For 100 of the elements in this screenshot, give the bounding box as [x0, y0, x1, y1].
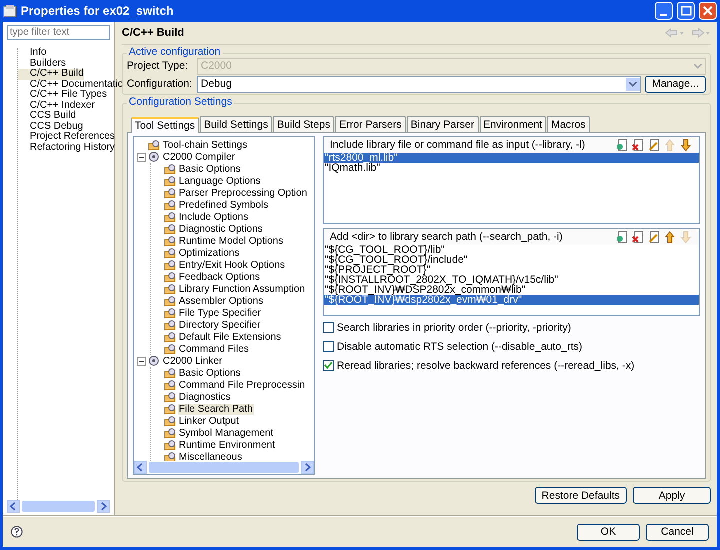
scrollbar-thumb[interactable]: [22, 501, 95, 512]
tree-item[interactable]: Diagnostic Options: [178, 224, 264, 234]
edit-icon[interactable]: [648, 230, 661, 244]
filter-field[interactable]: type filter text: [7, 25, 110, 40]
tree-item[interactable]: Library Function Assumption: [178, 284, 306, 294]
tree-item[interactable]: Predefined Symbols: [178, 200, 270, 210]
group-title: Configuration Settings: [127, 96, 234, 108]
sidebar-item[interactable]: C/C++ Build: [18, 69, 84, 80]
sidebar-item[interactable]: CCS Debug: [18, 122, 84, 132]
tree-item[interactable]: Include Options: [178, 212, 250, 222]
tab[interactable]: Tool Settings: [131, 117, 200, 133]
folder-icon: [164, 199, 176, 211]
list-item[interactable]: "${INSTALLROOT_2802X_TO_IQMATH}/v15c/lib": [324, 275, 699, 285]
sidebar-item[interactable]: C/C++ Indexer: [18, 100, 96, 111]
delete-icon[interactable]: [632, 230, 645, 244]
folder-icon: [164, 295, 176, 307]
list-item[interactable]: "${CG_TOOL_ROOT}/include": [324, 255, 699, 265]
folder-icon: [148, 139, 160, 151]
collapse-icon[interactable]: [137, 356, 146, 366]
folder-icon: [164, 307, 176, 319]
help-icon[interactable]: [11, 526, 23, 538]
sidebar-item[interactable]: Project References: [18, 132, 116, 142]
list-item[interactable]: "rts2800_ml.lib": [324, 153, 699, 163]
add-icon[interactable]: [616, 230, 629, 244]
tree-item[interactable]: Parser Preprocessing Option: [178, 188, 308, 198]
folder-icon: [164, 427, 176, 439]
tree-item[interactable]: Language Options: [178, 176, 262, 186]
scroll-right-icon[interactable]: [97, 500, 110, 513]
sidebar-item[interactable]: Info: [18, 48, 47, 58]
tree-item[interactable]: Feedback Options: [178, 272, 262, 282]
scroll-left-icon[interactable]: [7, 500, 20, 513]
move-down-icon[interactable]: [680, 138, 693, 152]
sidebar-item[interactable]: C/C++ Documentatio: [18, 80, 124, 90]
tree-item[interactable]: Entry/Exit Hook Options: [178, 260, 286, 270]
list-item[interactable]: "${CG_TOOL_ROOT}/lib": [324, 245, 699, 255]
minimize-icon[interactable]: [655, 2, 673, 20]
dialog-button[interactable]: OK: [577, 524, 640, 540]
tab[interactable]: Binary Parser: [406, 116, 479, 132]
tree-item[interactable]: Command Files: [178, 344, 250, 354]
collapse-icon[interactable]: [137, 152, 146, 162]
folder-icon: [164, 283, 176, 295]
tree-item[interactable]: Optimizations: [178, 248, 241, 258]
folder-icon: [164, 403, 176, 415]
tree-item[interactable]: Command File Preprocessin: [178, 380, 306, 390]
folder-icon: [164, 319, 176, 331]
dialog-button[interactable]: Cancel: [646, 524, 709, 540]
page-button[interactable]: Apply: [633, 487, 711, 504]
list-title: Include library file or command file as input (--library, -l): [330, 139, 586, 151]
add-icon[interactable]: [616, 138, 629, 152]
list-item[interactable]: "${ROOT_INV}₩dsp2802x_evm₩01_drv": [324, 295, 699, 305]
maximize-icon[interactable]: [677, 2, 695, 20]
folder-icon: [164, 259, 176, 271]
tree-item[interactable]: Runtime Model Options: [178, 236, 284, 246]
tree-item[interactable]: Miscellaneous: [178, 452, 244, 461]
tab[interactable]: Environment: [480, 116, 546, 132]
page-button[interactable]: Restore Defaults: [534, 487, 627, 504]
tree-item[interactable]: Linker Output: [178, 416, 240, 426]
tree-item[interactable]: File Type Specifier: [178, 308, 262, 318]
group-title: Active configuration: [127, 46, 223, 58]
tree-item[interactable]: File Search Path: [178, 404, 254, 414]
field-label: Project Type:: [127, 60, 190, 72]
tree-item[interactable]: Directory Specifier: [178, 320, 262, 330]
list-item[interactable]: "${PROJECT_ROOT}": [324, 265, 699, 275]
tab[interactable]: Macros: [547, 116, 590, 132]
sidebar-item[interactable]: Refactoring History: [18, 142, 116, 153]
scroll-right-icon[interactable]: [301, 461, 314, 474]
tree-item[interactable]: Assembler Options: [178, 296, 264, 306]
checkbox[interactable]: [323, 360, 334, 371]
tree-item[interactable]: Symbol Management: [178, 428, 274, 438]
folder-icon: [164, 391, 176, 403]
folder-icon: [164, 187, 176, 199]
folder-icon: [164, 235, 176, 247]
sidebar-item[interactable]: C/C++ File Types: [18, 90, 108, 100]
checkbox[interactable]: [323, 341, 334, 352]
tab[interactable]: Build Settings: [200, 116, 272, 132]
manage-button[interactable]: Manage...: [645, 76, 706, 92]
checkbox[interactable]: [323, 322, 334, 333]
edit-icon[interactable]: [648, 138, 661, 152]
folder-icon: [164, 343, 176, 355]
tree-item[interactable]: Diagnostics: [178, 392, 232, 402]
tab[interactable]: Error Parsers: [335, 116, 406, 132]
list-item[interactable]: "${ROOT_INV}₩DSP2802x_common₩lib": [324, 285, 699, 295]
tree-item[interactable]: Runtime Environment: [178, 440, 276, 450]
scroll-left-icon[interactable]: [134, 461, 147, 474]
configuration-dropdown[interactable]: Debug: [197, 76, 642, 92]
tree-item[interactable]: C2000 Compiler: [162, 152, 236, 162]
list-item[interactable]: "IQmath.lib": [324, 163, 699, 173]
delete-icon[interactable]: [632, 138, 645, 152]
tree-item[interactable]: Default File Extensions: [178, 332, 282, 342]
tree-item[interactable]: Tool-chain Settings: [162, 140, 248, 150]
close-icon[interactable]: [699, 2, 717, 20]
tree-item[interactable]: Basic Options: [178, 164, 242, 174]
checkbox-label: Reread libraries; resolve backward references (--reread_libs, -x): [337, 360, 635, 372]
sidebar-item[interactable]: Builders: [18, 58, 66, 69]
move-up-icon[interactable]: [664, 230, 677, 244]
sidebar-item[interactable]: CCS Build: [18, 111, 76, 122]
scrollbar-thumb[interactable]: [149, 462, 299, 473]
tab[interactable]: Build Steps: [273, 116, 334, 132]
tree-item[interactable]: C2000 Linker: [162, 356, 224, 366]
tree-item[interactable]: Basic Options: [178, 368, 242, 378]
